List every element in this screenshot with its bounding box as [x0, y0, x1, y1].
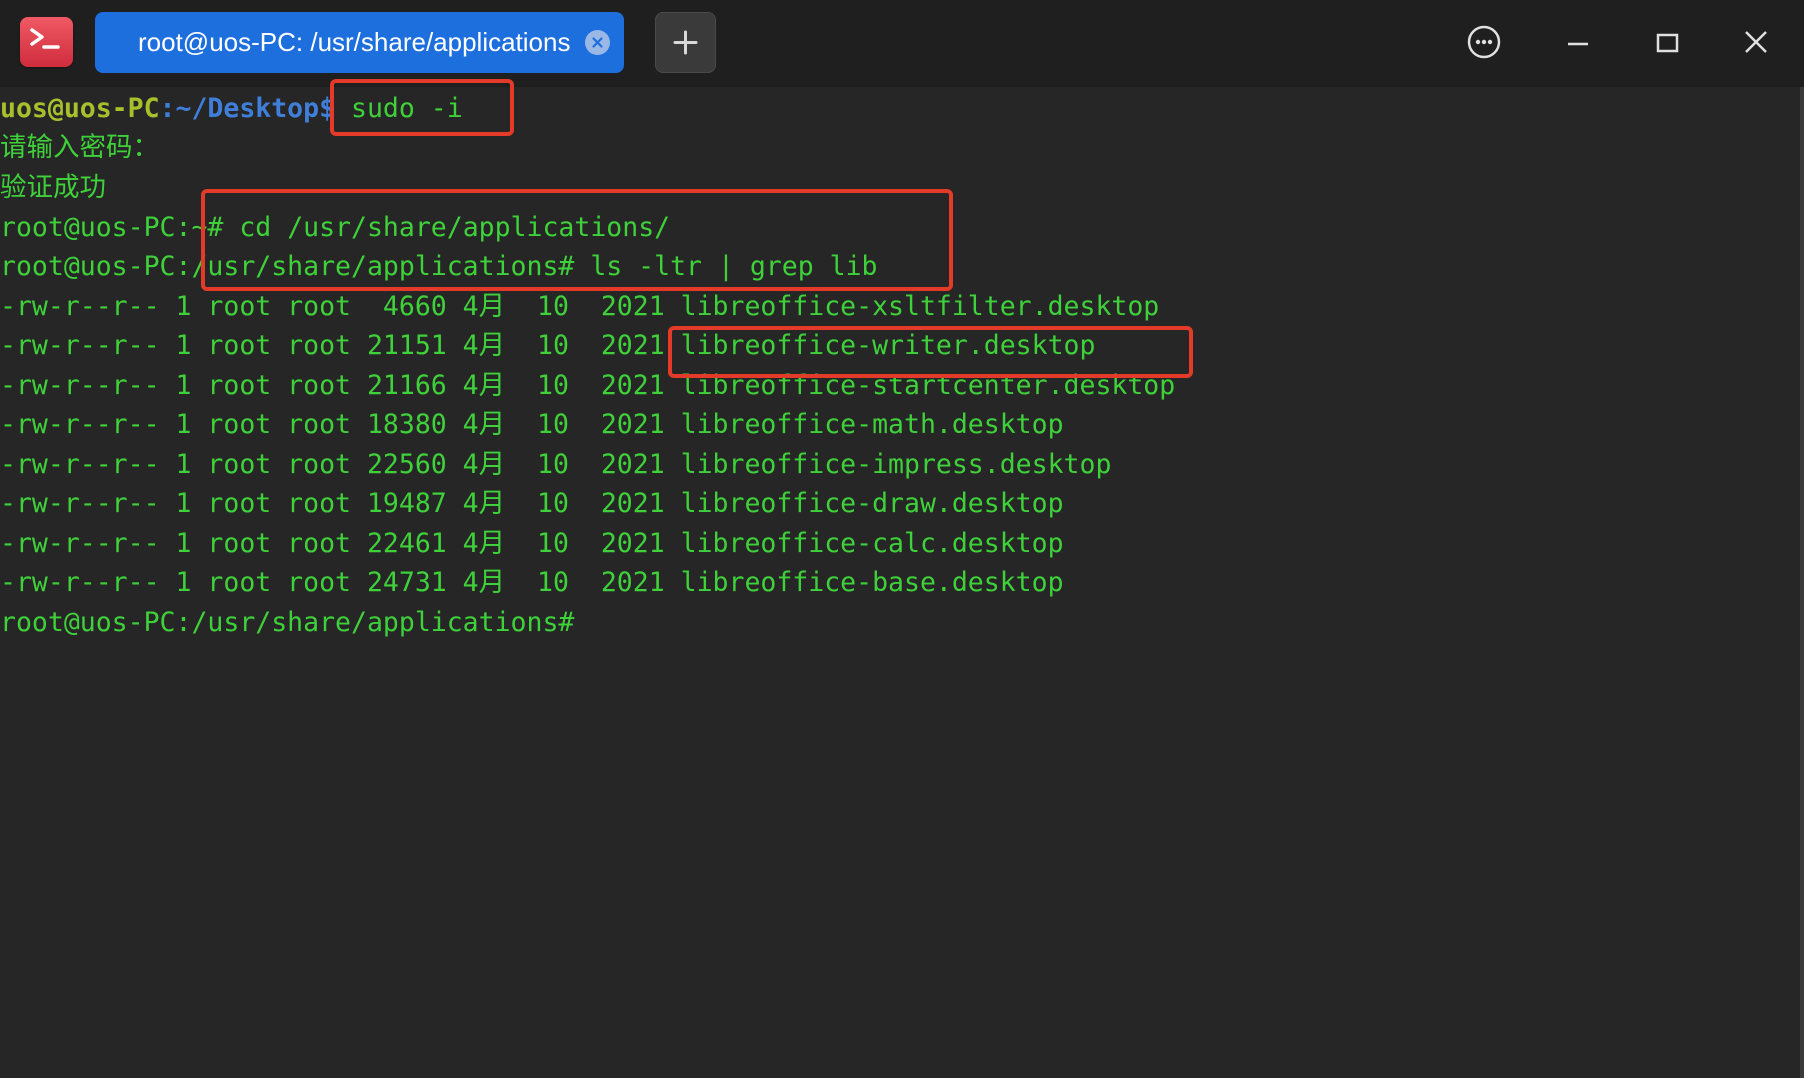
- prompt: root@uos-PC:/usr/share/applications#: [0, 251, 575, 282]
- final-prompt: root@uos-PC:/usr/share/applications#: [0, 607, 575, 638]
- auth-success-text: 验证成功: [0, 172, 106, 203]
- listing-row: -rw-r--r-- 1 root root 21166 4月 10 2021 …: [0, 370, 1176, 401]
- terminal-area[interactable]: uos@uos-PC:~/Desktop$ sudo -i 请输入密码： 验证成…: [0, 87, 1804, 1078]
- close-circle-icon[interactable]: [585, 30, 610, 55]
- close-icon[interactable]: [1731, 17, 1781, 67]
- maximize-icon[interactable]: [1642, 17, 1692, 67]
- tab-title: root@uos-PC: /usr/share/applications: [138, 27, 571, 57]
- terminal-line: root@uos-PC:/usr/share/applications# ls …: [0, 247, 878, 287]
- tab-active[interactable]: root@uos-PC: /usr/share/applications: [95, 12, 624, 73]
- listing-row: -rw-r--r-- 1 root root 22560 4月 10 2021 …: [0, 449, 1112, 480]
- more-options-icon[interactable]: [1459, 17, 1509, 67]
- listing-row: -rw-r--r-- 1 root root 22461 4月 10 2021 …: [0, 528, 1064, 559]
- terminal-line: root@uos-PC:~# cd /usr/share/application…: [0, 208, 670, 248]
- listing-row: -rw-r--r-- 1 root root 18380 4月 10 2021 …: [0, 409, 1064, 440]
- plus-icon: [673, 30, 698, 55]
- prompt-path: :~/Desktop$: [159, 93, 336, 124]
- listing-row: -rw-r--r-- 1 root root 24731 4月 10 2021 …: [0, 567, 1064, 598]
- terminal-line: uos@uos-PC:~/Desktop$ sudo -i: [0, 89, 463, 129]
- listing-row: -rw-r--r-- 1 root root 19487 4月 10 2021 …: [0, 488, 1064, 519]
- password-prompt: 请输入密码：: [0, 132, 159, 163]
- minimize-icon[interactable]: [1553, 17, 1603, 67]
- command-text: cd /usr/share/applications/: [223, 212, 671, 243]
- terminal-icon[interactable]: [20, 17, 73, 67]
- command-text: ls -ltr | grep lib: [574, 251, 878, 282]
- listing-row: -rw-r--r-- 1 root root 21151 4月 10 2021 …: [0, 330, 1096, 361]
- prompt-user: uos@uos-PC: [0, 93, 160, 124]
- command-text: sudo -i: [335, 93, 463, 124]
- listing-row: -rw-r--r-- 1 root root 4660 4月 10 2021 l…: [0, 291, 1160, 322]
- title-bar: root@uos-PC: /usr/share/applications: [0, 0, 1804, 87]
- prompt: root@uos-PC:~#: [0, 212, 224, 243]
- new-tab-button[interactable]: [655, 12, 716, 73]
